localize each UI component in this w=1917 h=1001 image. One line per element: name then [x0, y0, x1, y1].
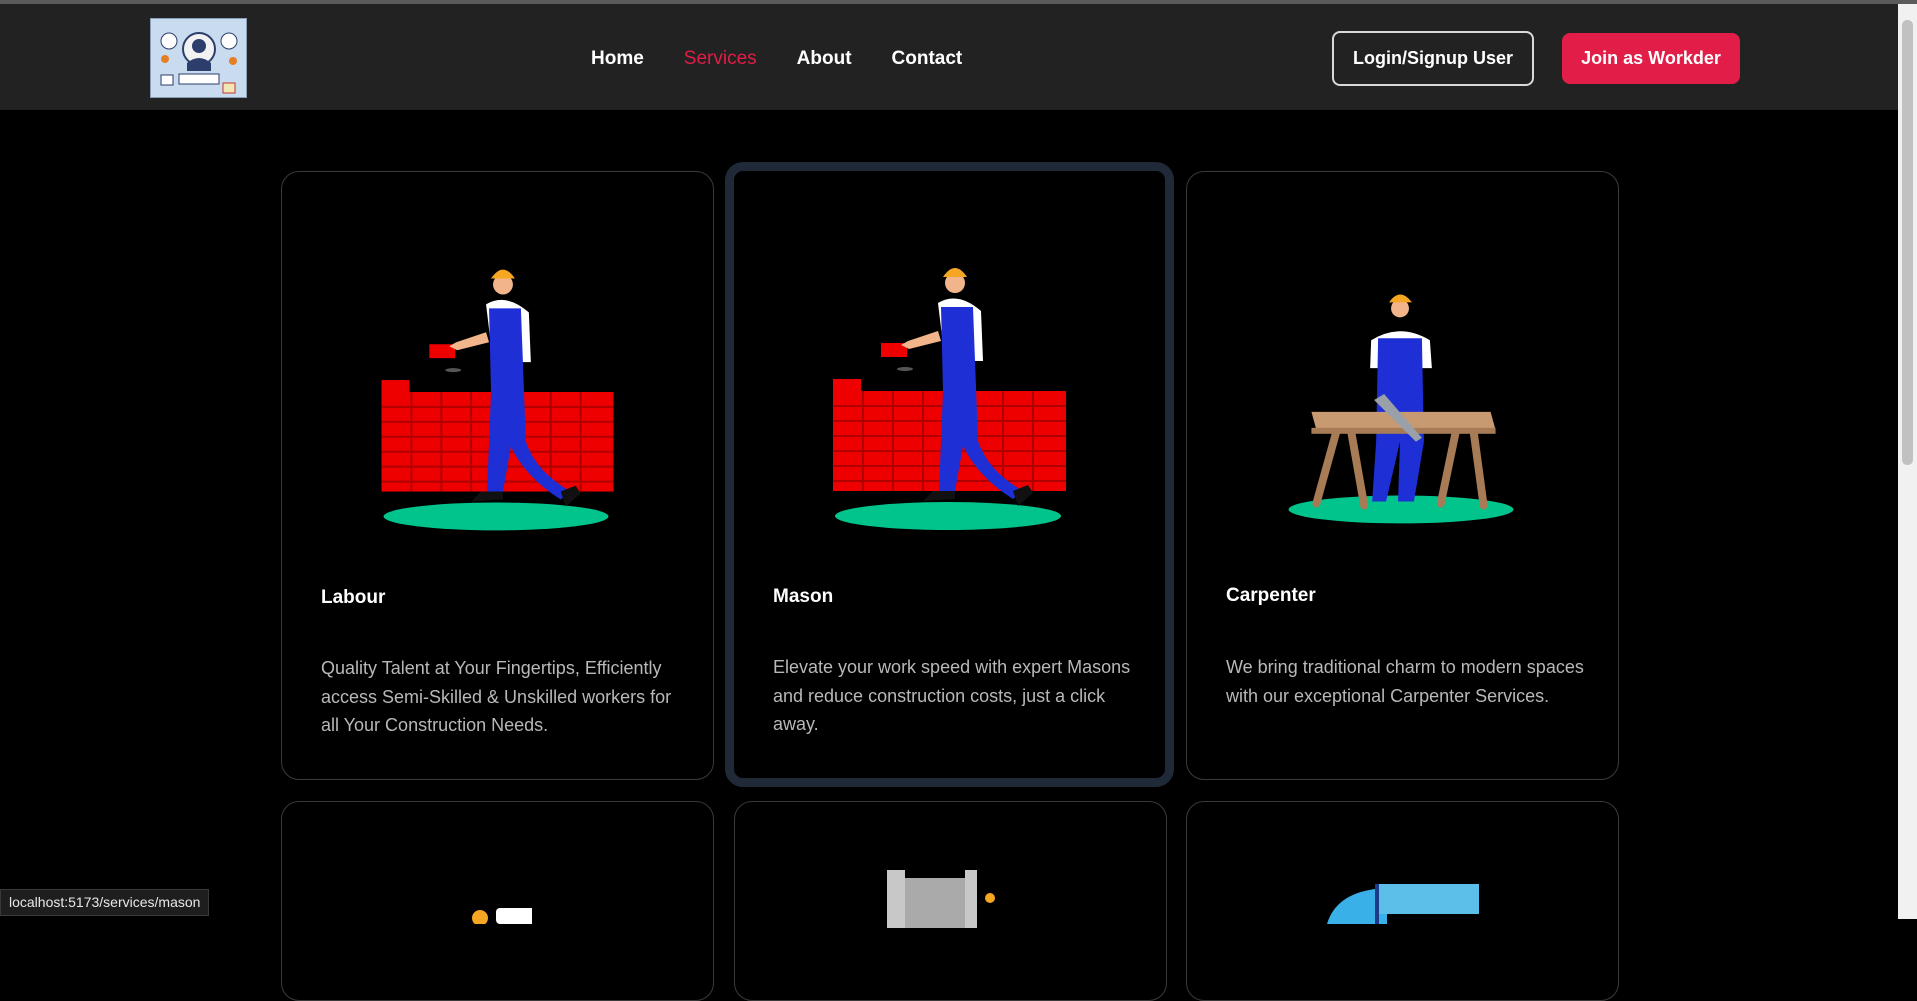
service-card-carpenter[interactable]: Carpenter We bring traditional charm to …: [1186, 171, 1619, 780]
service-card-row2-2[interactable]: [734, 801, 1167, 1001]
service-title: Carpenter: [1226, 585, 1316, 606]
service-illustration: [472, 908, 532, 924]
nav-contact[interactable]: Contact: [892, 48, 963, 70]
service-card-mason[interactable]: Mason Elevate your work speed with exper…: [725, 162, 1174, 787]
main-nav: Home Services About Contact: [591, 48, 1002, 70]
site-header: Home Services About Contact Login/Signup…: [0, 4, 1898, 110]
nav-services[interactable]: Services: [684, 48, 757, 70]
scrollbar[interactable]: [1898, 4, 1917, 919]
service-illustration: [887, 870, 995, 928]
scrollbar-thumb[interactable]: [1902, 20, 1913, 465]
service-title: Mason: [773, 586, 834, 607]
service-title: Labour: [321, 587, 386, 608]
join-as-worker-button[interactable]: Join as Workder: [1562, 33, 1740, 84]
login-signup-button[interactable]: Login/Signup User: [1332, 31, 1534, 86]
service-card-labour[interactable]: Labour Quality Talent at Your Fingertips…: [281, 171, 714, 780]
carpenter-illustration: [1288, 294, 1514, 524]
service-illustration: [1327, 884, 1479, 924]
service-card-row2-3[interactable]: [1186, 801, 1619, 1001]
labour-illustration: [381, 269, 614, 531]
nav-about[interactable]: About: [797, 48, 852, 70]
service-description: We bring traditional charm to modern spa…: [1226, 657, 1584, 706]
site-logo[interactable]: [150, 18, 247, 98]
mason-illustration: [833, 268, 1066, 530]
service-description: Elevate your work speed with expert Maso…: [773, 657, 1131, 734]
nav-home[interactable]: Home: [591, 48, 644, 70]
status-bar-url: localhost:5173/services/mason: [0, 889, 210, 916]
service-description: Quality Talent at Your Fingertips, Effic…: [321, 658, 672, 735]
service-card-row2-1[interactable]: [281, 801, 714, 1001]
